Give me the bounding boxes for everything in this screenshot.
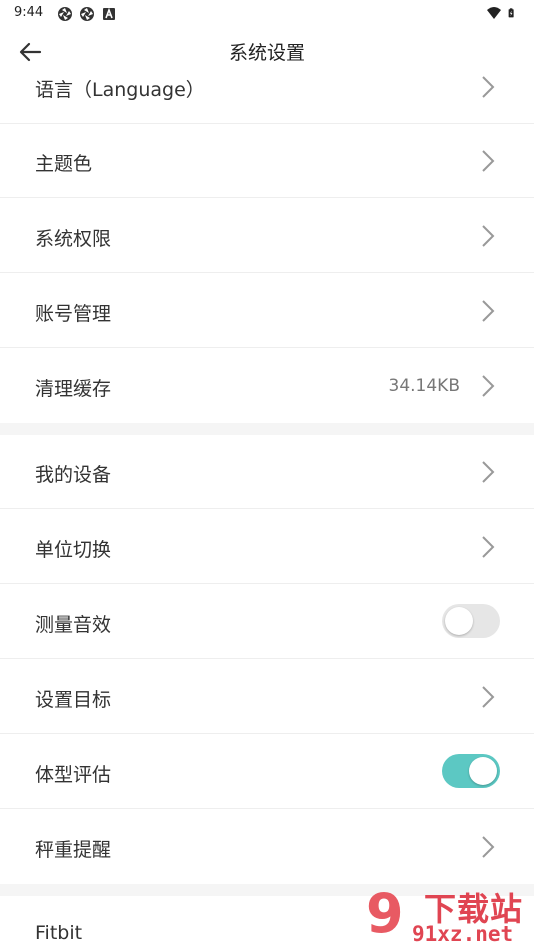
body-type-assessment-toggle[interactable] bbox=[442, 754, 500, 788]
chevron-right-icon bbox=[482, 225, 495, 247]
status-icons-right bbox=[486, 5, 518, 21]
aperture-icon bbox=[58, 7, 72, 21]
row-label: 单位切换 bbox=[35, 539, 112, 561]
wifi-icon bbox=[487, 7, 501, 19]
row-label: 系统权限 bbox=[35, 228, 112, 250]
row-label: 设置目标 bbox=[35, 689, 112, 711]
settings-row-my-devices[interactable]: 我的设备 bbox=[0, 435, 534, 509]
settings-row-language[interactable]: 语言（Language） bbox=[0, 50, 534, 124]
row-label: 清理缓存 bbox=[35, 378, 112, 400]
row-label: 账号管理 bbox=[35, 303, 112, 325]
battery-charging-icon bbox=[508, 8, 514, 18]
status-icons-left bbox=[57, 6, 117, 22]
row-label: 测量音效 bbox=[35, 614, 112, 636]
settings-row-unit-switch[interactable]: 单位切换 bbox=[0, 510, 534, 584]
status-time: 9:44 bbox=[14, 5, 44, 20]
row-label: Fitbit bbox=[35, 922, 83, 944]
section-divider bbox=[0, 423, 534, 435]
row-label: 秤重提醒 bbox=[35, 839, 112, 861]
settings-row-theme-color[interactable]: 主题色 bbox=[0, 124, 534, 198]
chevron-right-icon bbox=[482, 375, 495, 397]
settings-row-system-permissions[interactable]: 系统权限 bbox=[0, 199, 534, 273]
cache-size-value: 34.14KB bbox=[388, 376, 460, 396]
chevron-right-icon bbox=[482, 536, 495, 558]
watermark-url: 91xz.net bbox=[412, 922, 514, 946]
aperture-icon bbox=[80, 7, 94, 21]
toggle-knob bbox=[469, 757, 497, 785]
row-label: 语言（Language） bbox=[35, 79, 205, 101]
watermark-logo: 9 下载站 91xz.net bbox=[358, 882, 534, 950]
chevron-right-icon bbox=[482, 150, 495, 172]
chevron-right-icon bbox=[482, 836, 495, 858]
row-label: 体型评估 bbox=[35, 764, 112, 786]
settings-row-clear-cache[interactable]: 清理缓存 34.14KB bbox=[0, 349, 534, 423]
chevron-right-icon bbox=[482, 300, 495, 322]
watermark-glyph: 9 bbox=[366, 882, 404, 945]
chevron-right-icon bbox=[482, 686, 495, 708]
toggle-knob bbox=[445, 607, 473, 635]
status-bar: 9:44 bbox=[0, 0, 534, 28]
settings-row-measurement-sound: 测量音效 bbox=[0, 585, 534, 659]
settings-row-account-management[interactable]: 账号管理 bbox=[0, 274, 534, 348]
chevron-right-icon bbox=[482, 76, 495, 98]
chevron-right-icon bbox=[482, 461, 495, 483]
settings-row-set-goal[interactable]: 设置目标 bbox=[0, 660, 534, 734]
row-label: 主题色 bbox=[35, 153, 93, 175]
row-label: 我的设备 bbox=[35, 464, 112, 486]
settings-row-weighing-reminder[interactable]: 秤重提醒 bbox=[0, 810, 534, 884]
measurement-sound-toggle[interactable] bbox=[442, 604, 500, 638]
font-a-icon bbox=[103, 7, 115, 20]
settings-row-body-type-assessment: 体型评估 bbox=[0, 735, 534, 809]
